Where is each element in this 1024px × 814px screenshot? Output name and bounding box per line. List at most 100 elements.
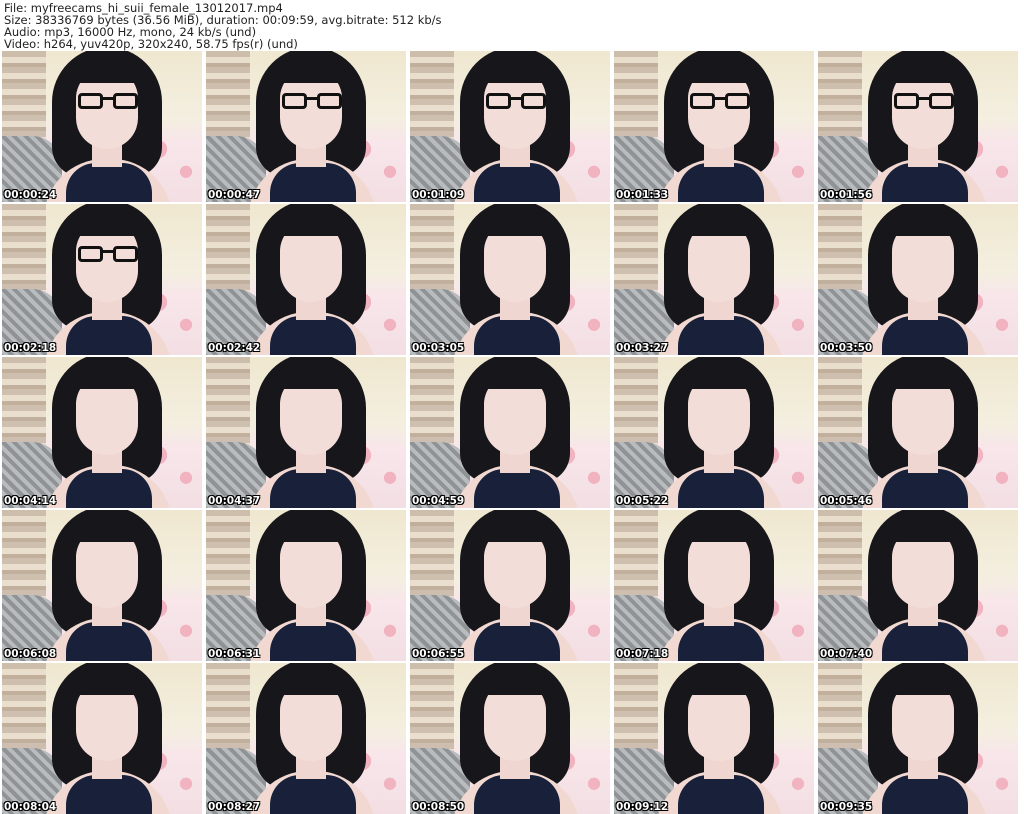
dark-top: [678, 775, 764, 814]
dark-top: [66, 316, 152, 355]
bangs: [684, 57, 754, 83]
timestamp: 00:05:22: [616, 495, 669, 507]
dark-top: [66, 622, 152, 661]
bangs: [888, 210, 958, 236]
video-thumbnail: 00:05:22: [614, 357, 814, 508]
timestamp: 00:07:18: [616, 648, 669, 660]
bangs: [276, 363, 346, 389]
timestamp: 00:01:09: [412, 189, 465, 201]
file-info-header: File: myfreecams_hi_suii_female_13012017…: [4, 2, 442, 50]
dark-top: [678, 622, 764, 661]
video-thumbnail: 00:01:09: [410, 51, 610, 202]
bangs: [684, 210, 754, 236]
timestamp: 00:03:27: [616, 342, 669, 354]
dark-top: [66, 469, 152, 508]
dark-top: [678, 163, 764, 202]
dark-top: [882, 469, 968, 508]
bangs: [888, 57, 958, 83]
timestamp: 00:06:55: [412, 648, 465, 660]
timestamp: 00:08:04: [4, 801, 57, 813]
video-thumbnail: 00:08:04: [2, 663, 202, 814]
bangs: [72, 669, 142, 695]
bangs: [888, 363, 958, 389]
dark-top: [474, 163, 560, 202]
glasses-icon: [690, 93, 750, 111]
dark-top: [474, 316, 560, 355]
timestamp: 00:03:50: [820, 342, 873, 354]
bangs: [480, 363, 550, 389]
bangs: [480, 57, 550, 83]
timestamp: 00:09:12: [616, 801, 669, 813]
bangs: [684, 363, 754, 389]
dark-top: [474, 469, 560, 508]
glasses-icon: [894, 93, 954, 111]
dark-top: [66, 163, 152, 202]
timestamp: 00:08:50: [412, 801, 465, 813]
bangs: [72, 210, 142, 236]
bangs: [72, 57, 142, 83]
glasses-icon: [78, 93, 138, 111]
timestamp: 00:02:42: [208, 342, 261, 354]
timestamp: 00:07:40: [820, 648, 873, 660]
bangs: [72, 516, 142, 542]
timestamp: 00:03:05: [412, 342, 465, 354]
dark-top: [270, 775, 356, 814]
video-info: Video: h264, yuv420p, 320x240, 58.75 fps…: [4, 37, 298, 51]
dark-top: [66, 775, 152, 814]
dark-top: [474, 775, 560, 814]
bangs: [888, 516, 958, 542]
bangs: [72, 363, 142, 389]
timestamp: 00:09:35: [820, 801, 873, 813]
video-thumbnail: 00:04:59: [410, 357, 610, 508]
glasses-icon: [282, 93, 342, 111]
timestamp: 00:08:27: [208, 801, 261, 813]
video-thumbnail: 00:04:37: [206, 357, 406, 508]
bangs: [276, 669, 346, 695]
video-thumbnail: 00:00:47: [206, 51, 406, 202]
glasses-icon: [78, 246, 138, 264]
dark-top: [270, 316, 356, 355]
timestamp: 00:04:37: [208, 495, 261, 507]
timestamp: 00:04:14: [4, 495, 57, 507]
dark-top: [678, 469, 764, 508]
timestamp: 00:06:08: [4, 648, 57, 660]
dark-top: [882, 163, 968, 202]
bangs: [480, 210, 550, 236]
dark-top: [882, 622, 968, 661]
timestamp: 00:00:24: [4, 189, 57, 201]
dark-top: [270, 163, 356, 202]
video-thumbnail: 00:06:31: [206, 510, 406, 661]
video-thumbnail: 00:04:14: [2, 357, 202, 508]
video-thumbnail: 00:08:27: [206, 663, 406, 814]
bangs: [276, 210, 346, 236]
video-thumbnail: 00:09:35: [818, 663, 1018, 814]
video-thumbnail: 00:05:46: [818, 357, 1018, 508]
timestamp: 00:06:31: [208, 648, 261, 660]
bangs: [276, 516, 346, 542]
timestamp: 00:02:18: [4, 342, 57, 354]
timestamp: 00:05:46: [820, 495, 873, 507]
video-thumbnail: 00:02:42: [206, 204, 406, 355]
bangs: [480, 669, 550, 695]
bangs: [888, 669, 958, 695]
video-thumbnail: 00:01:56: [818, 51, 1018, 202]
timestamp: 00:00:47: [208, 189, 261, 201]
dark-top: [270, 622, 356, 661]
thumbnail-grid: 00:00:24 00:00:47 00:01:09 00:01:33 00:01:56…: [2, 51, 1018, 814]
dark-top: [678, 316, 764, 355]
glasses-icon: [486, 93, 546, 111]
dark-top: [270, 469, 356, 508]
video-thumbnail: 00:08:50: [410, 663, 610, 814]
video-thumbnail: 00:03:50: [818, 204, 1018, 355]
bangs: [684, 669, 754, 695]
video-thumbnail: 00:03:27: [614, 204, 814, 355]
bangs: [276, 57, 346, 83]
video-thumbnail: 00:00:24: [2, 51, 202, 202]
dark-top: [882, 316, 968, 355]
timestamp: 00:04:59: [412, 495, 465, 507]
video-thumbnail: 00:01:33: [614, 51, 814, 202]
video-thumbnail: 00:03:05: [410, 204, 610, 355]
video-thumbnail: 00:06:55: [410, 510, 610, 661]
timestamp: 00:01:33: [616, 189, 669, 201]
dark-top: [882, 775, 968, 814]
